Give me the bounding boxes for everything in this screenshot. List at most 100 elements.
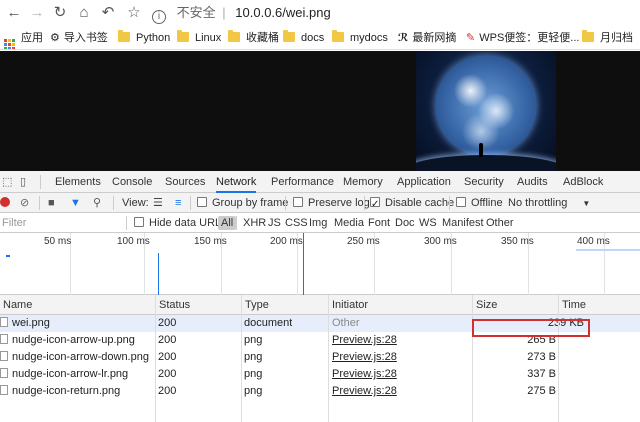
bookmark-python[interactable]: Python [118, 30, 170, 46]
inspect-element-icon[interactable]: ⬚ [2, 175, 16, 189]
column-divider[interactable] [241, 295, 242, 422]
tab-audits[interactable]: Audits [517, 171, 548, 193]
checkbox-label: Group by frame [212, 197, 289, 209]
folder-icon [582, 30, 594, 42]
cell-initiator-link[interactable]: Preview.js:28 [332, 366, 397, 383]
filter-type-media[interactable]: Media [334, 213, 364, 233]
back-arrow-icon[interactable]: ← [4, 3, 24, 23]
filter-type-font[interactable]: Font [368, 213, 390, 233]
cell-type: png [244, 351, 263, 363]
filter-type-xhr[interactable]: XHR [243, 213, 266, 233]
tab-network[interactable]: Network [216, 171, 257, 193]
cell-size: 337 B [527, 368, 556, 380]
checkbox-label: Hide data URLs [149, 217, 227, 229]
search-icon[interactable]: ⚲ [93, 193, 101, 213]
table-row[interactable]: nudge-icon-return.png 200 png Preview.js… [0, 383, 640, 400]
request-bar [576, 249, 640, 251]
cell-initiator: Other [332, 317, 360, 329]
bookmark-zhaizi[interactable]: ℛ 最新网摘 [398, 30, 456, 46]
address-separator: | [222, 5, 226, 20]
cell-name: nudge-icon-arrow-down.png [0, 349, 150, 366]
column-divider[interactable] [155, 295, 156, 422]
request-name: nudge-icon-arrow-up.png [12, 334, 135, 346]
divider [449, 196, 450, 210]
column-divider[interactable] [558, 295, 559, 422]
divider [364, 196, 365, 210]
filter-funnel-icon[interactable]: ▼ [70, 193, 81, 213]
cell-initiator-link[interactable]: Preview.js:28 [332, 383, 397, 400]
filter-type-css[interactable]: CSS [285, 213, 308, 233]
group-by-frame-checkbox[interactable]: Group by frame [197, 193, 288, 213]
bookmark-archive[interactable]: 月归档 [582, 30, 633, 46]
cell-type: document [244, 317, 293, 329]
filter-type-ws[interactable]: WS [419, 213, 437, 233]
bookmark-favorites[interactable]: 收藏桶 [228, 30, 279, 46]
bookmark-star-icon[interactable]: ☆ [124, 3, 144, 23]
filter-type-other[interactable]: Other [486, 213, 514, 233]
column-header-type[interactable]: Type [242, 295, 269, 315]
column-header-status[interactable]: Status [156, 295, 190, 315]
filter-type-img[interactable]: Img [309, 213, 327, 233]
filter-placeholder: Filter [2, 217, 27, 229]
network-overview-timeline[interactable]: 50 ms 100 ms 150 ms 200 ms 250 ms 300 ms… [0, 233, 640, 295]
device-toolbar-icon[interactable]: ▯ [20, 175, 34, 189]
bookmark-apps[interactable]: 应用 [4, 30, 43, 49]
forward-arrow-icon[interactable]: → [27, 3, 47, 23]
divider [190, 196, 191, 210]
large-rows-icon[interactable]: ☰ [153, 193, 163, 213]
earth-image[interactable] [416, 51, 556, 171]
bookmark-wps[interactable]: ✎ WPS便签：更轻便... [466, 30, 579, 46]
file-icon [0, 385, 8, 395]
disable-cache-checkbox[interactable]: Disable cache [370, 193, 455, 215]
checkbox-label: Disable cache [385, 197, 455, 209]
dropdown-arrow-icon: ▼ [582, 199, 591, 208]
tab-security[interactable]: Security [464, 171, 504, 193]
cell-initiator-link[interactable]: Preview.js:28 [332, 349, 397, 366]
column-divider[interactable] [328, 295, 329, 422]
column-header-time[interactable]: Time [559, 295, 586, 315]
tab-console[interactable]: Console [112, 171, 152, 193]
cell-initiator-link[interactable]: Preview.js:28 [332, 332, 397, 349]
filter-type-doc[interactable]: Doc [395, 213, 415, 233]
checkbox [456, 197, 466, 207]
tab-adblock[interactable]: AdBlock [563, 171, 603, 193]
tab-performance[interactable]: Performance [271, 171, 334, 193]
devtools-tab-bar: ⬚ ▯ Elements Console Sources Network Per… [0, 171, 640, 193]
cell-status: 200 [158, 385, 177, 397]
undo-icon[interactable]: ↶ [98, 3, 118, 23]
filter-type-manifest[interactable]: Manifest [442, 213, 484, 233]
table-row[interactable]: nudge-icon-arrow-down.png 200 png Previe… [0, 349, 640, 366]
column-header-initiator[interactable]: Initiator [329, 295, 368, 315]
hide-data-urls-checkbox[interactable]: Hide data URLs [134, 213, 227, 233]
filter-type-all[interactable]: All [218, 216, 237, 230]
bookmark-docs[interactable]: docs [283, 30, 324, 46]
bookmark-label: docs [301, 32, 325, 44]
file-icon [0, 317, 8, 327]
filter-input[interactable]: Filter [0, 213, 124, 233]
info-icon[interactable]: i [152, 10, 166, 24]
waterfall-icon[interactable]: ≡ [175, 193, 181, 213]
security-label: 不安全 [176, 5, 216, 20]
filter-type-js[interactable]: JS [268, 213, 281, 233]
tab-elements[interactable]: Elements [55, 171, 101, 193]
address-url[interactable]: 10.0.0.6/wei.png [235, 5, 330, 20]
screenshot-camera-icon[interactable]: ■ [48, 193, 55, 213]
offline-checkbox[interactable]: Offline [456, 193, 503, 213]
column-header-name[interactable]: Name [0, 295, 32, 315]
address-bar[interactable]: i 不安全 | 10.0.0.6/wei.png [150, 2, 636, 24]
record-button[interactable] [0, 193, 10, 213]
table-row[interactable]: nudge-icon-arrow-lr.png 200 png Preview.… [0, 366, 640, 383]
bookmark-import[interactable]: ⚙ 导入书签 [50, 30, 108, 46]
tab-memory[interactable]: Memory [343, 171, 383, 193]
clear-icon[interactable]: ⊘ [20, 193, 29, 213]
bookmark-mydocs[interactable]: mydocs [332, 30, 388, 46]
home-icon[interactable]: ⌂ [74, 3, 94, 23]
column-divider[interactable] [472, 295, 473, 422]
tab-application[interactable]: Application [397, 171, 451, 193]
preserve-log-checkbox[interactable]: Preserve log [293, 193, 370, 213]
column-header-size[interactable]: Size [473, 295, 497, 315]
tab-sources[interactable]: Sources [165, 171, 205, 193]
bookmark-linux[interactable]: Linux [177, 30, 221, 46]
throttling-select[interactable]: No throttling ▼ [508, 193, 590, 213]
reload-icon[interactable]: ↻ [50, 3, 70, 23]
